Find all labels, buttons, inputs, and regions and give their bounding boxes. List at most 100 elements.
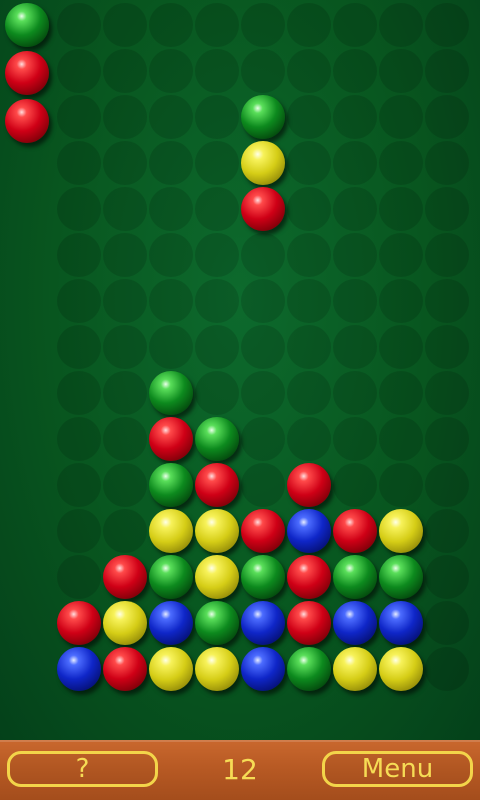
stacked-ball-green	[149, 463, 193, 507]
falling-ball-green	[241, 95, 285, 139]
empty-slot	[103, 279, 147, 323]
empty-slot	[333, 141, 377, 185]
stacked-ball-red	[333, 509, 377, 553]
empty-slot	[425, 509, 469, 553]
empty-slot	[195, 95, 239, 139]
empty-slot	[379, 187, 423, 231]
empty-slot	[195, 3, 239, 47]
stacked-ball-yellow	[103, 601, 147, 645]
stacked-ball-yellow	[195, 509, 239, 553]
empty-slot	[149, 3, 193, 47]
empty-slot	[379, 463, 423, 507]
empty-slot	[57, 417, 101, 461]
stacked-ball-blue	[149, 601, 193, 645]
empty-slot	[425, 233, 469, 277]
empty-slot	[103, 3, 147, 47]
empty-slot	[241, 325, 285, 369]
stacked-ball-green	[379, 555, 423, 599]
empty-slot	[425, 279, 469, 323]
empty-slot	[103, 233, 147, 277]
stacked-ball-yellow	[379, 647, 423, 691]
stacked-ball-blue	[379, 601, 423, 645]
empty-slot	[195, 187, 239, 231]
empty-slot	[149, 95, 193, 139]
empty-slot	[149, 49, 193, 93]
stacked-ball-yellow	[333, 647, 377, 691]
stacked-ball-green	[241, 555, 285, 599]
stacked-ball-red	[103, 555, 147, 599]
empty-slot	[425, 371, 469, 415]
help-button[interactable]: ?	[7, 751, 158, 787]
empty-slot	[241, 279, 285, 323]
falling-ball-yellow	[241, 141, 285, 185]
stacked-ball-yellow	[195, 647, 239, 691]
empty-slot	[425, 3, 469, 47]
empty-slot	[57, 509, 101, 553]
empty-slot	[195, 49, 239, 93]
empty-slot	[379, 233, 423, 277]
empty-slot	[379, 279, 423, 323]
empty-slot	[333, 233, 377, 277]
empty-slot	[425, 555, 469, 599]
empty-slot	[333, 3, 377, 47]
stacked-ball-blue	[57, 647, 101, 691]
stacked-ball-red	[287, 463, 331, 507]
empty-slot	[195, 233, 239, 277]
stacked-ball-yellow	[149, 647, 193, 691]
empty-slot	[57, 325, 101, 369]
empty-slot	[57, 3, 101, 47]
stacked-ball-red	[149, 417, 193, 461]
empty-slot	[333, 417, 377, 461]
empty-slot	[379, 141, 423, 185]
stacked-ball-green	[149, 371, 193, 415]
empty-slot	[149, 279, 193, 323]
empty-slot	[57, 463, 101, 507]
empty-slot	[103, 371, 147, 415]
stacked-ball-green	[195, 601, 239, 645]
menu-button[interactable]: Menu	[322, 751, 473, 787]
empty-slot	[379, 325, 423, 369]
empty-slot	[57, 187, 101, 231]
empty-slot	[103, 325, 147, 369]
empty-slot	[287, 279, 331, 323]
empty-slot	[241, 417, 285, 461]
empty-slot	[287, 141, 331, 185]
empty-slot	[241, 49, 285, 93]
stacked-ball-blue	[241, 647, 285, 691]
empty-slot	[379, 371, 423, 415]
empty-slot	[103, 49, 147, 93]
empty-slot	[103, 463, 147, 507]
empty-slot	[241, 233, 285, 277]
empty-slot	[241, 463, 285, 507]
empty-slot	[287, 417, 331, 461]
stacked-ball-red	[287, 555, 331, 599]
empty-slot	[287, 95, 331, 139]
empty-slot	[425, 647, 469, 691]
empty-slot	[195, 371, 239, 415]
stacked-ball-red	[103, 647, 147, 691]
empty-slot	[57, 279, 101, 323]
bottom-bar: ? 12 Menu	[0, 740, 480, 800]
empty-slot	[103, 187, 147, 231]
empty-slot	[57, 95, 101, 139]
empty-slot	[149, 141, 193, 185]
empty-slot	[103, 417, 147, 461]
empty-slot	[333, 187, 377, 231]
game-board[interactable]	[0, 0, 480, 740]
next-ball-red	[5, 99, 49, 143]
empty-slot	[103, 509, 147, 553]
stacked-ball-green	[195, 417, 239, 461]
empty-slot	[379, 3, 423, 47]
empty-slot	[149, 187, 193, 231]
empty-slot	[425, 601, 469, 645]
stacked-ball-red	[287, 601, 331, 645]
score-display: 12	[222, 752, 258, 786]
empty-slot	[287, 233, 331, 277]
empty-slot	[333, 325, 377, 369]
next-ball-green	[5, 3, 49, 47]
empty-slot	[57, 141, 101, 185]
empty-slot	[195, 141, 239, 185]
next-ball-red	[5, 51, 49, 95]
empty-slot	[425, 141, 469, 185]
stacked-ball-green	[333, 555, 377, 599]
